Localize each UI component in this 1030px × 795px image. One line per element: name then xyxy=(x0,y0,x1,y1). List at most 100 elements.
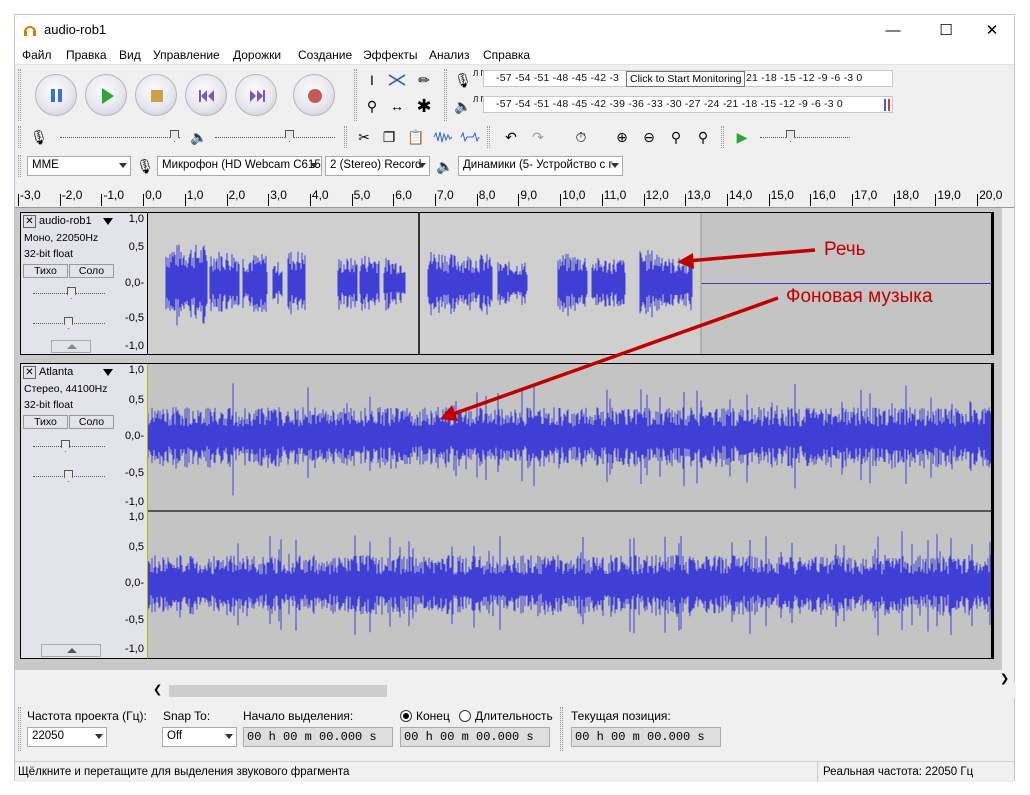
multi-tool-icon[interactable]: ✱ xyxy=(412,95,436,117)
skip-start-button[interactable] xyxy=(185,74,227,116)
ruler-tick xyxy=(810,194,812,206)
ruler-tick-label: 8,0 xyxy=(478,188,496,202)
ruler-tick-label: 2,0 xyxy=(228,188,246,202)
maximize-button[interactable]: ☐ xyxy=(923,15,969,45)
selection-end-time[interactable]: 00 h 00 m 00.000 s xyxy=(400,727,550,747)
zoom-out-icon[interactable]: ⊖ xyxy=(637,126,661,148)
skip-end-button[interactable] xyxy=(235,74,277,116)
menu-file[interactable]: Файл xyxy=(22,48,52,62)
ruler-tick xyxy=(643,194,645,206)
record-meter-mic-icon[interactable]: 🎙 xyxy=(451,69,475,91)
speech-arrow xyxy=(686,248,816,263)
selection-start-time[interactable]: 00 h 00 m 00.000 s xyxy=(243,727,393,747)
playback-device-select[interactable]: Динамики (5- Устройство с г xyxy=(458,156,623,176)
stop-icon xyxy=(151,90,163,102)
menu-view[interactable]: Вид xyxy=(119,48,141,62)
close-button[interactable]: ✕ xyxy=(969,15,1015,45)
scroll-down-icon[interactable]: ❯ xyxy=(1000,672,1009,685)
pause-button[interactable] xyxy=(35,74,77,116)
trim-icon[interactable] xyxy=(431,126,455,148)
record-volume-thumb[interactable] xyxy=(170,130,179,142)
toolbar-grip[interactable] xyxy=(560,707,563,751)
project-rate-label: Частота проекта (Гц): xyxy=(27,709,147,723)
audio-host-select[interactable]: MME xyxy=(27,156,131,176)
fit-project-icon[interactable]: ⚲ xyxy=(691,126,715,148)
playback-meter-speaker-icon[interactable]: 🔈 xyxy=(451,95,475,117)
paste-icon[interactable]: 📋 xyxy=(404,126,428,148)
record-device-select[interactable]: Микрофон (HD Webcam C615 xyxy=(157,156,322,176)
ruler-tick-label: 11,0 xyxy=(603,188,627,202)
ruler-tick xyxy=(560,194,562,206)
undo-icon[interactable]: ↶ xyxy=(499,126,523,148)
draw-tool-icon[interactable]: ✏ xyxy=(412,69,436,91)
toolbar-grip[interactable] xyxy=(487,126,490,148)
fit-selection-icon[interactable]: ⚲ xyxy=(664,126,688,148)
minimize-button[interactable]: — xyxy=(870,15,916,45)
scroll-thumb[interactable] xyxy=(169,685,387,697)
toolbar-grip[interactable] xyxy=(444,69,447,121)
status-bar: Щёлкните и перетащите для выделения звук… xyxy=(15,761,1014,782)
ruler-tick xyxy=(601,194,603,206)
status-rate: Реальная частота: 22050 Гц xyxy=(823,766,974,778)
status-hint: Щёлкните и перетащите для выделения звук… xyxy=(18,766,350,778)
ruler-tick-label: -1,0 xyxy=(103,188,125,202)
toolbar-grip[interactable] xyxy=(721,126,724,148)
stop-button[interactable] xyxy=(135,74,177,116)
play-speed-thumb[interactable] xyxy=(786,130,795,142)
record-channels-select[interactable]: 2 (Stereo) Record xyxy=(325,156,430,176)
redo-icon[interactable]: ↷ xyxy=(526,126,550,148)
menu-generate[interactable]: Создание xyxy=(298,48,352,62)
ruler-tick xyxy=(309,194,311,206)
play-speed-slider[interactable] xyxy=(760,137,850,138)
ruler-tick xyxy=(351,194,353,206)
menu-tracks[interactable]: Дорожки xyxy=(233,48,281,62)
toolbar-grip[interactable] xyxy=(354,69,357,121)
audio-position-time[interactable]: 00 h 00 m 00.000 s xyxy=(571,727,721,747)
silence-icon[interactable] xyxy=(458,126,482,148)
playback-meter[interactable]: -57 -54 -51 -48 -45 -42 -39 -36 -33 -30 … xyxy=(483,96,893,113)
menu-analyze[interactable]: Анализ xyxy=(429,48,470,62)
play-at-speed-icon[interactable]: ▶ xyxy=(730,126,754,148)
zoom-tool-icon[interactable]: ⚲ xyxy=(360,95,384,117)
playback-volume-thumb[interactable] xyxy=(285,130,294,142)
end-radio[interactable] xyxy=(400,710,412,722)
ruler-tick-label: -2,0 xyxy=(61,188,83,202)
cut-icon[interactable]: ✂ xyxy=(352,126,376,148)
toolbar-grip[interactable] xyxy=(18,707,21,751)
record-volume-slider[interactable] xyxy=(60,137,180,138)
ruler-tick xyxy=(476,194,478,206)
ruler-tick xyxy=(893,194,895,206)
project-rate-select[interactable]: 22050 xyxy=(27,727,107,747)
menu-edit[interactable]: Правка xyxy=(66,48,107,62)
length-radio[interactable] xyxy=(459,710,471,722)
audio-position-label: Текущая позиция: xyxy=(571,709,671,723)
timeline-ruler[interactable]: -3,0 -2,0 -1,0 0,0 1,0 2,0 3,0 4,0 5,0 6,0 7,0 8,0 9… xyxy=(15,186,1014,208)
toolbar-grip[interactable] xyxy=(18,69,21,121)
annotation-arrows xyxy=(440,248,816,421)
sync-lock-icon[interactable]: ⏱ xyxy=(569,126,593,148)
snap-to-select[interactable]: Off xyxy=(162,727,237,747)
toolbar-grip[interactable] xyxy=(18,126,21,148)
menu-help[interactable]: Справка xyxy=(483,48,530,62)
scroll-left-icon[interactable]: ❮ xyxy=(153,683,162,696)
horizontal-scrollbar[interactable]: ❮ ❯ xyxy=(15,673,1016,698)
selection-tool-icon[interactable]: I xyxy=(360,69,384,91)
envelope-tool-icon[interactable] xyxy=(385,69,409,91)
toolbar-grip[interactable] xyxy=(18,155,21,177)
record-button[interactable] xyxy=(293,74,335,116)
timeshift-tool-icon[interactable]: ↔ xyxy=(385,95,409,117)
skip-end-icon xyxy=(250,90,265,102)
menu-bar: Файл Правка Вид Управление Дорожки Созда… xyxy=(15,45,1014,65)
title-bar: audio-rob1 — ☐ ✕ xyxy=(15,15,1014,45)
record-device-mic-icon: 🎙 xyxy=(136,157,154,174)
playback-volume-slider[interactable] xyxy=(215,137,335,138)
ruler-tick-label: 3,0 xyxy=(270,188,287,202)
tracks-area: ✕ audio-rob1 Моно, 22050Hz 32-bit float … xyxy=(15,208,1002,670)
menu-transport[interactable]: Управление xyxy=(153,48,220,62)
ruler-tick-label: 0,0 xyxy=(145,188,162,202)
copy-icon[interactable]: ❐ xyxy=(377,126,401,148)
menu-effects[interactable]: Эффекты xyxy=(363,48,418,62)
toolbar-grip[interactable] xyxy=(344,126,347,148)
play-button[interactable] xyxy=(85,74,127,116)
zoom-in-icon[interactable]: ⊕ xyxy=(610,126,634,148)
